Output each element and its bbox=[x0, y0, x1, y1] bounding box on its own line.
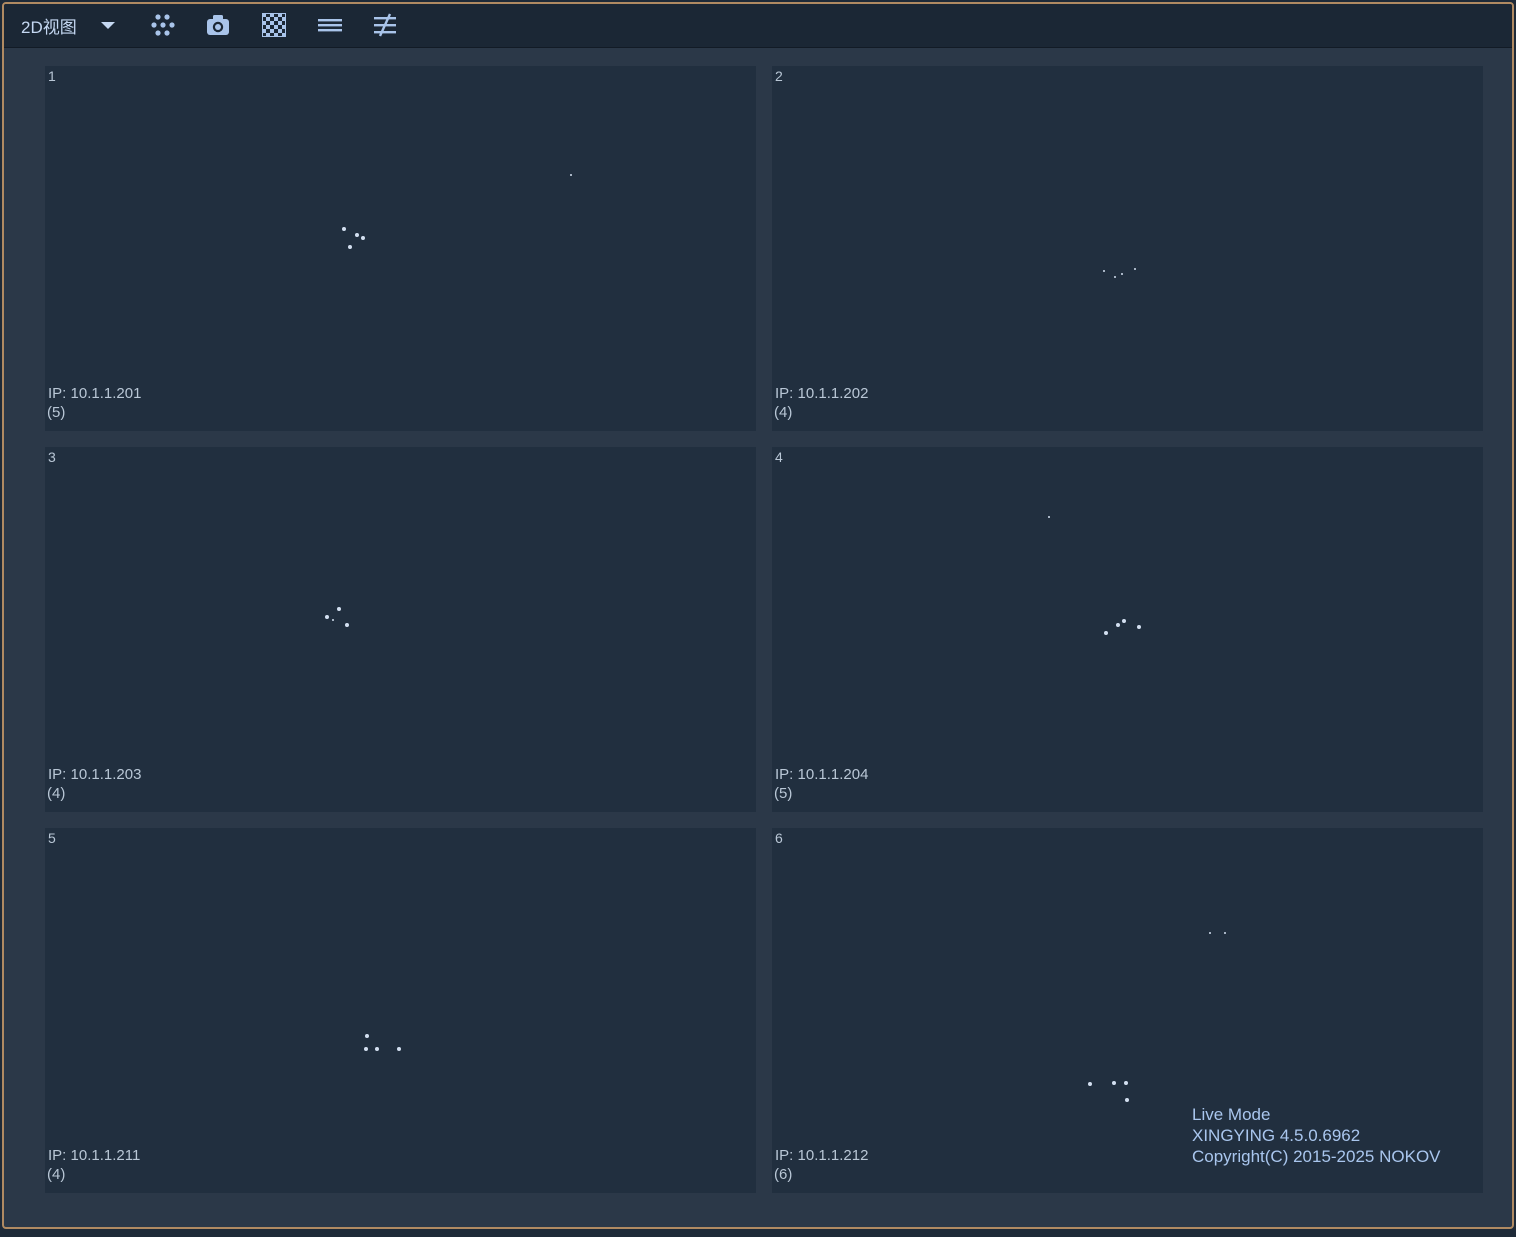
camera-number: 1 bbox=[48, 68, 56, 84]
main-window: 2D视图 1 IP: 10.1.1.201 (5) 2 IP: 10.1.1.2… bbox=[2, 2, 1514, 1229]
checkerboard-icon bbox=[262, 13, 286, 37]
camera-view-4[interactable]: 4 IP: 10.1.1.204 (5) bbox=[772, 447, 1483, 812]
copyright-label: Copyright(C) 2015-2025 NOKOV bbox=[1192, 1147, 1441, 1166]
view-mode-label: 2D视图 bbox=[21, 17, 77, 37]
marker bbox=[1209, 932, 1211, 934]
marker bbox=[337, 607, 341, 611]
chevron-down-icon bbox=[101, 22, 115, 29]
marker-count: (5) bbox=[47, 404, 66, 421]
camera-number: 2 bbox=[775, 68, 783, 84]
marker-count: (5) bbox=[774, 785, 793, 802]
not-equal-icon bbox=[374, 13, 396, 37]
markers-icon bbox=[151, 14, 175, 36]
marker bbox=[325, 615, 329, 619]
marker bbox=[1124, 1081, 1128, 1085]
marker bbox=[332, 619, 334, 621]
camera-number: 5 bbox=[48, 830, 56, 846]
toolbar: 2D视图 bbox=[4, 4, 1512, 48]
marker bbox=[1114, 276, 1116, 278]
camera-ip: IP: 10.1.1.202 bbox=[775, 385, 869, 402]
view-mode-dropdown[interactable]: 2D视图 bbox=[12, 10, 124, 40]
camera-number: 3 bbox=[48, 449, 56, 465]
marker bbox=[1137, 625, 1141, 629]
marker bbox=[365, 1034, 369, 1038]
camera-ip: IP: 10.1.1.204 bbox=[775, 766, 869, 783]
markers-button[interactable] bbox=[148, 10, 178, 40]
marker bbox=[1224, 932, 1226, 934]
marker bbox=[1112, 1081, 1116, 1085]
version-label: XINGYING 4.5.0.6962 bbox=[1192, 1126, 1361, 1145]
marker bbox=[364, 1047, 368, 1051]
marker-count: (4) bbox=[774, 404, 793, 421]
marker bbox=[1088, 1082, 1092, 1086]
camera-number: 4 bbox=[775, 449, 783, 465]
status-overlay: Live Mode XINGYING 4.5.0.6962 Copyright(… bbox=[1192, 1104, 1441, 1167]
marker bbox=[342, 227, 346, 231]
marker bbox=[375, 1047, 379, 1051]
marker bbox=[1116, 623, 1120, 627]
marker bbox=[1103, 270, 1105, 272]
marker bbox=[1048, 516, 1050, 518]
camera-ip: IP: 10.1.1.211 bbox=[48, 1147, 141, 1164]
checkerboard-button[interactable] bbox=[259, 10, 289, 40]
marker bbox=[1104, 631, 1108, 635]
mode-label: Live Mode bbox=[1192, 1105, 1271, 1124]
marker bbox=[397, 1047, 401, 1051]
lines-button[interactable] bbox=[315, 10, 345, 40]
marker-count: (4) bbox=[47, 785, 66, 802]
camera-ip: IP: 10.1.1.201 bbox=[48, 385, 142, 402]
camera-view-2[interactable]: 2 IP: 10.1.1.202 (4) bbox=[772, 66, 1483, 431]
marker bbox=[348, 245, 352, 249]
camera-view-3[interactable]: 3 IP: 10.1.1.203 (4) bbox=[45, 447, 756, 812]
camera-number: 6 bbox=[775, 830, 783, 846]
camera-view-5[interactable]: 5 IP: 10.1.1.211 (4) bbox=[45, 828, 756, 1193]
marker bbox=[361, 236, 365, 240]
marker bbox=[1121, 273, 1123, 275]
marker bbox=[1134, 268, 1136, 270]
marker bbox=[1122, 619, 1126, 623]
camera-ip: IP: 10.1.1.212 bbox=[775, 1147, 869, 1164]
screenshot-button[interactable] bbox=[203, 10, 233, 40]
camera-icon bbox=[207, 15, 229, 35]
marker bbox=[345, 623, 349, 627]
not-equal-button[interactable] bbox=[370, 10, 400, 40]
camera-view-1[interactable]: 1 IP: 10.1.1.201 (5) bbox=[45, 66, 756, 431]
marker-count: (6) bbox=[774, 1166, 793, 1183]
lines-icon bbox=[318, 19, 342, 32]
marker-count: (4) bbox=[47, 1166, 66, 1183]
marker bbox=[1125, 1098, 1129, 1102]
marker bbox=[355, 233, 359, 237]
camera-ip: IP: 10.1.1.203 bbox=[48, 766, 142, 783]
marker bbox=[570, 174, 572, 176]
